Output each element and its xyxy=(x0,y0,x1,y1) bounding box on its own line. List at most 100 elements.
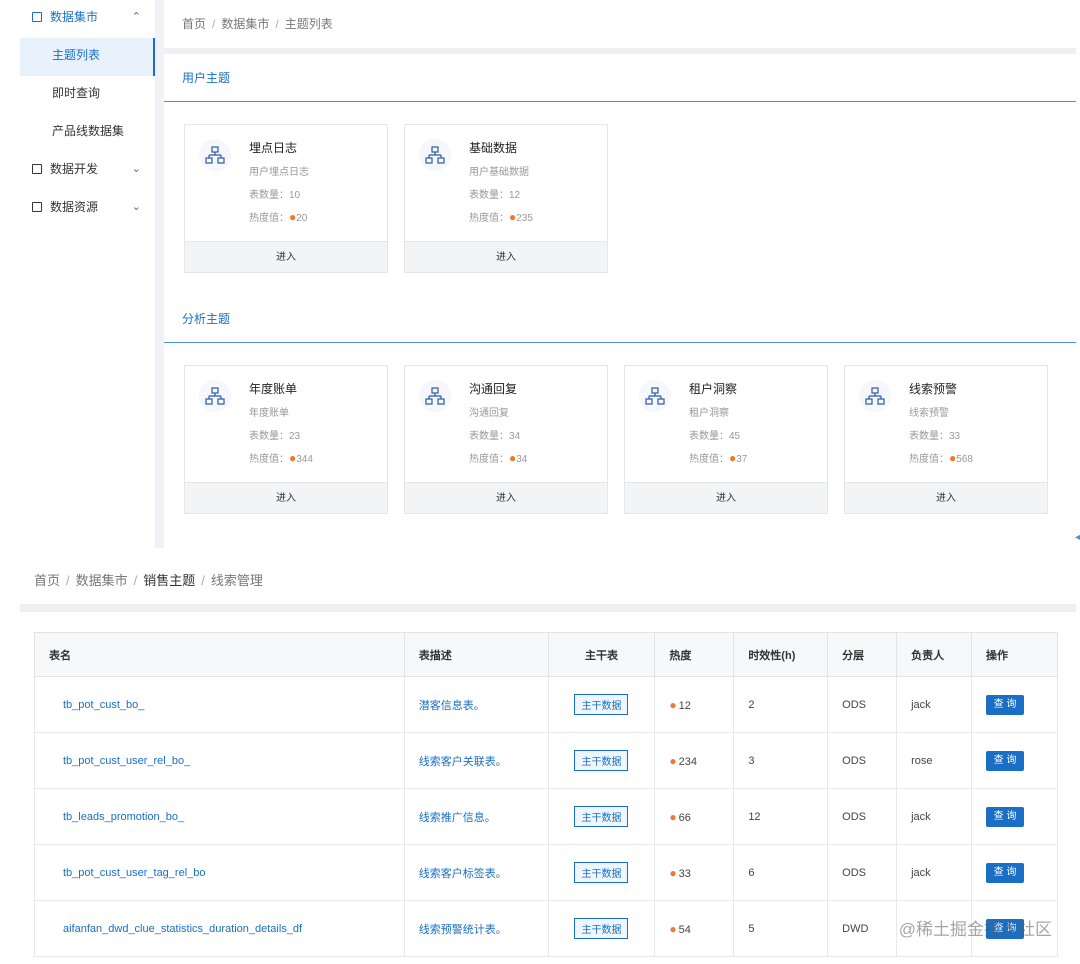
table-name-link[interactable]: tb_pot_cust_bo_ xyxy=(34,676,405,733)
breadcrumb-data-mart[interactable]: 数据集市 xyxy=(76,573,128,588)
card-title: 租户洞察 xyxy=(689,382,738,396)
card-title: 埋点日志 xyxy=(249,141,298,155)
column-header: 热度 xyxy=(654,632,735,677)
card-heat: 热度值：●568 xyxy=(909,451,973,465)
chevron-down-icon: ⌄ xyxy=(131,163,141,175)
collapse-arrow-icon[interactable]: ◂ xyxy=(1075,532,1080,543)
sidebar-item-data-dev[interactable]: 数据开发 ⌄ xyxy=(20,152,155,190)
card-description: 用户埋点日志 xyxy=(249,167,309,178)
enter-button[interactable]: 进入 xyxy=(845,482,1047,513)
table-description: 线索预警统计表。 xyxy=(403,900,549,957)
enter-button[interactable]: 进入 xyxy=(185,241,387,272)
query-button[interactable]: 查 询 xyxy=(986,750,1025,771)
sidebar-item-label: 数据集市 xyxy=(50,10,99,24)
breadcrumb-data-mart[interactable]: 数据集市 xyxy=(221,17,269,31)
topic-card: 租户洞察 租户洞察 表数量：45 热度值：●37 进入 xyxy=(624,365,828,514)
card-description: 年度账单 xyxy=(249,408,289,419)
top-screenshot: 数据集市 ⌃ 主题列表 即时查询 产品线数据集 数据开发 ⌄ 数据资源 ⌄ 首页… xyxy=(0,0,1080,548)
table-row: tb_pot_cust_user_rel_bo_ 线索客户关联表。 主干数据 ●… xyxy=(34,732,1058,789)
bottom-screenshot: 首页 / 数据集市 / 销售主题 / 线索管理 表名 表描述 主干表 热度 时效性(h) 分… xyxy=(20,558,1076,964)
table-header-row: 表名 表描述 主干表 热度 时效性(h) 分层 负责人 操作 xyxy=(34,632,1058,677)
section-title: 用户主题 xyxy=(164,54,1076,102)
topic-card: 年度账单 年度账单 表数量：23 热度值：●344 进入 xyxy=(184,365,388,514)
breadcrumb-sales-topic[interactable]: 销售主题 xyxy=(143,573,195,588)
enter-button[interactable]: 进入 xyxy=(625,482,827,513)
card-table-count: 表数量：23 xyxy=(249,431,301,442)
card-table-count: 表数量：10 xyxy=(249,190,301,201)
topic-logo-icon xyxy=(419,139,451,171)
timeliness-cell: 5 xyxy=(733,900,829,957)
card-list: 埋点日志 用户埋点日志 表数量：10 热度值：●20 进入 基础数据 用户基础数… xyxy=(164,102,1076,295)
topic-logo-icon xyxy=(639,380,671,412)
section-title: 分析主题 xyxy=(164,295,1076,343)
table-name-link[interactable]: aifanfan_dwd_clue_statistics_duration_de… xyxy=(34,900,405,957)
card-heat: 热度值：●34 xyxy=(469,451,528,465)
breadcrumb-current: 主题列表 xyxy=(284,17,333,31)
heat-cell: ● 234 xyxy=(654,732,735,789)
table-description: 线索客户标签表。 xyxy=(403,844,549,901)
enter-button[interactable]: 进入 xyxy=(405,482,607,513)
breadcrumb-home[interactable]: 首页 xyxy=(34,573,60,588)
sidebar-item-label: 数据开发 xyxy=(50,162,99,176)
column-header: 表描述 xyxy=(403,632,549,677)
breadcrumb: 首页 / 数据集市 / 销售主题 / 线索管理 xyxy=(20,558,1076,604)
card-heat: 热度值：●37 xyxy=(689,451,748,465)
query-button[interactable]: 查 询 xyxy=(986,862,1025,883)
table-row: tb_pot_cust_bo_ 潜客信息表。 主干数据 ● 12 2 ODS ja… xyxy=(34,676,1058,733)
enter-button[interactable]: 进入 xyxy=(185,482,387,513)
owner-cell: jack xyxy=(896,844,973,901)
sidebar-subitem-instant-query[interactable]: 即时查询 xyxy=(20,76,155,114)
breadcrumb-current: 线索管理 xyxy=(210,573,263,588)
backbone-tag: 主干数据 xyxy=(574,694,629,715)
layer-cell: ODS xyxy=(827,788,898,845)
topic-card: 基础数据 用户基础数据 表数量：12 热度值：●235 进入 xyxy=(404,124,608,273)
apps-icon xyxy=(32,202,42,212)
table-name-link[interactable]: tb_pot_cust_user_tag_rel_bo xyxy=(34,844,405,901)
column-header: 分层 xyxy=(827,632,898,677)
sidebar-subitem-topic-list[interactable]: 主题列表 xyxy=(20,38,155,76)
card-heat: 热度值：●20 xyxy=(249,210,308,224)
card-description: 沟通回复 xyxy=(469,408,509,419)
chevron-up-icon: ⌃ xyxy=(131,11,141,23)
table-name-link[interactable]: tb_pot_cust_user_rel_bo_ xyxy=(34,732,405,789)
card-table-count: 表数量：12 xyxy=(469,190,521,201)
sidebar-subitem-product-dataset[interactable]: 产品线数据集 xyxy=(20,114,155,152)
heat-cell: ● 33 xyxy=(654,844,735,901)
owner-cell: jack xyxy=(896,788,973,845)
query-button[interactable]: 查 询 xyxy=(986,806,1025,827)
chevron-down-icon: ⌄ xyxy=(131,201,141,213)
sidebar-item-data-resource[interactable]: 数据资源 ⌄ xyxy=(20,190,155,228)
layer-cell: DWD xyxy=(827,900,898,957)
backbone-tag: 主干数据 xyxy=(574,918,629,939)
divider xyxy=(156,0,164,548)
backbone-tag: 主干数据 xyxy=(574,806,629,827)
owner-cell: jack xyxy=(896,676,973,733)
sidebar-item-data-mart[interactable]: 数据集市 ⌃ xyxy=(20,0,155,38)
card-table-count: 表数量：45 xyxy=(689,431,741,442)
column-header: 操作 xyxy=(971,632,1058,677)
table-description: 潜客信息表。 xyxy=(403,676,549,733)
grid-icon xyxy=(32,12,42,22)
heat-cell: ● 66 xyxy=(654,788,735,845)
timeliness-cell: 12 xyxy=(733,788,829,845)
watermark: @稀土掘金技术社区 xyxy=(898,920,1052,939)
enter-button[interactable]: 进入 xyxy=(405,241,607,272)
flame-icon: ● xyxy=(669,753,677,768)
breadcrumb-home[interactable]: 首页 xyxy=(182,17,206,31)
data-table: 表名 表描述 主干表 热度 时效性(h) 分层 负责人 操作 tb_pot_cu… xyxy=(34,632,1058,957)
topic-logo-icon xyxy=(419,380,451,412)
table-name-link[interactable]: tb_leads_promotion_bo_ xyxy=(34,788,405,845)
main-content: 首页 / 数据集市 / 主题列表 用户主题 埋点日志 用户埋点日志 表数量：10 热度值… xyxy=(164,0,1076,548)
card-heat: 热度值：●235 xyxy=(469,210,533,224)
query-button[interactable]: 查 询 xyxy=(986,694,1025,715)
sidebar-item-label: 数据资源 xyxy=(50,200,99,214)
table-row: tb_pot_cust_user_tag_rel_bo 线索客户标签表。 主干数… xyxy=(34,844,1058,901)
flame-icon: ● xyxy=(669,865,677,880)
card-description: 用户基础数据 xyxy=(469,167,529,178)
flame-icon: ● xyxy=(669,809,677,824)
column-header: 负责人 xyxy=(896,632,973,677)
column-header: 表名 xyxy=(34,632,405,677)
card-heat: 热度值：●344 xyxy=(249,451,313,465)
backbone-tag: 主干数据 xyxy=(574,750,629,771)
card-title: 沟通回复 xyxy=(469,382,518,396)
